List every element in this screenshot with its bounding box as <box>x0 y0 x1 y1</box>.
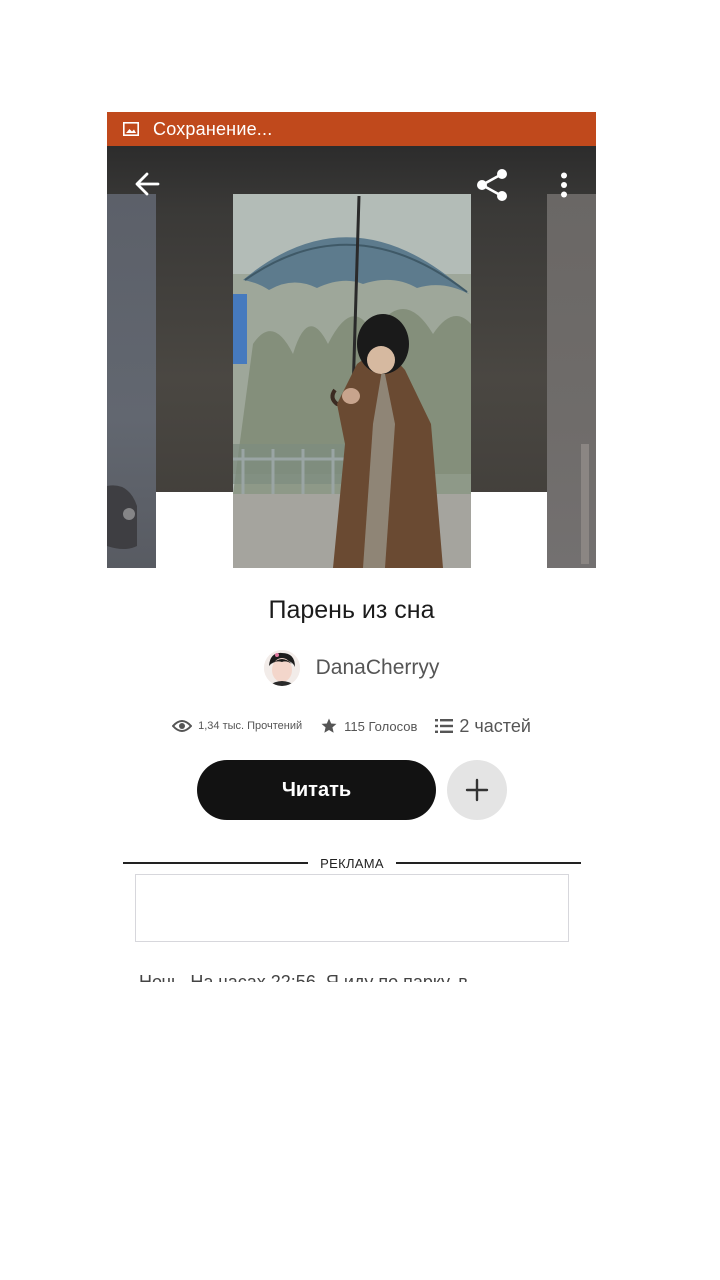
author-avatar[interactable] <box>263 650 300 686</box>
ad-divider: РЕКЛАМА <box>123 852 581 874</box>
author-row[interactable]: DanaCherryy <box>107 648 596 688</box>
top-app-bar <box>107 146 596 216</box>
ad-banner[interactable] <box>135 874 569 942</box>
back-button[interactable] <box>129 166 165 202</box>
story-stats: 1,34 тыс. Прочтений 115 Голосов 2 частей <box>107 714 596 738</box>
previous-cover[interactable] <box>107 194 156 568</box>
author-name[interactable]: DanaCherryy <box>316 656 440 680</box>
image-icon <box>123 122 139 136</box>
more-options-button[interactable] <box>551 168 577 202</box>
parts-stat[interactable]: 2 частей <box>435 716 531 737</box>
list-icon <box>435 719 454 733</box>
share-button[interactable] <box>473 166 511 204</box>
plus-icon <box>465 778 489 802</box>
divider-line-right <box>395 862 581 864</box>
divider-line-left <box>123 862 309 864</box>
reads-count: 1,34 тыс. Прочтений <box>198 720 303 732</box>
story-snippet: Ночь. На часах 22:56. Я иду по парку, в <box>139 972 559 982</box>
parts-count[interactable]: 2 частей <box>459 716 531 737</box>
add-to-library-button[interactable] <box>447 760 507 820</box>
votes-count: 115 Голосов <box>344 718 418 734</box>
ad-label: РЕКЛАМА <box>320 855 384 871</box>
next-cover[interactable] <box>547 194 596 568</box>
read-button[interactable]: Читать <box>197 760 436 820</box>
story-snippet-text: Ночь. На часах 22:56. Я иду по парку, в <box>139 972 468 982</box>
cover-carousel[interactable] <box>107 146 596 568</box>
star-icon <box>321 718 337 733</box>
notification-text: Сохранение... <box>153 118 273 139</box>
votes-stat: 115 Голосов <box>320 717 417 735</box>
share-icon <box>477 169 507 201</box>
reads-stat: 1,34 тыс. Прочтений <box>172 719 302 733</box>
app-screen: Сохранение... Парень из сна DanaCherryy … <box>107 112 596 982</box>
arrow-left-icon <box>135 172 160 196</box>
story-title: Парень из сна <box>268 596 435 624</box>
eye-icon <box>172 720 193 732</box>
more-vert-icon <box>561 172 567 198</box>
notification-bar: Сохранение... <box>107 112 596 146</box>
book-cover-image[interactable] <box>233 194 471 568</box>
